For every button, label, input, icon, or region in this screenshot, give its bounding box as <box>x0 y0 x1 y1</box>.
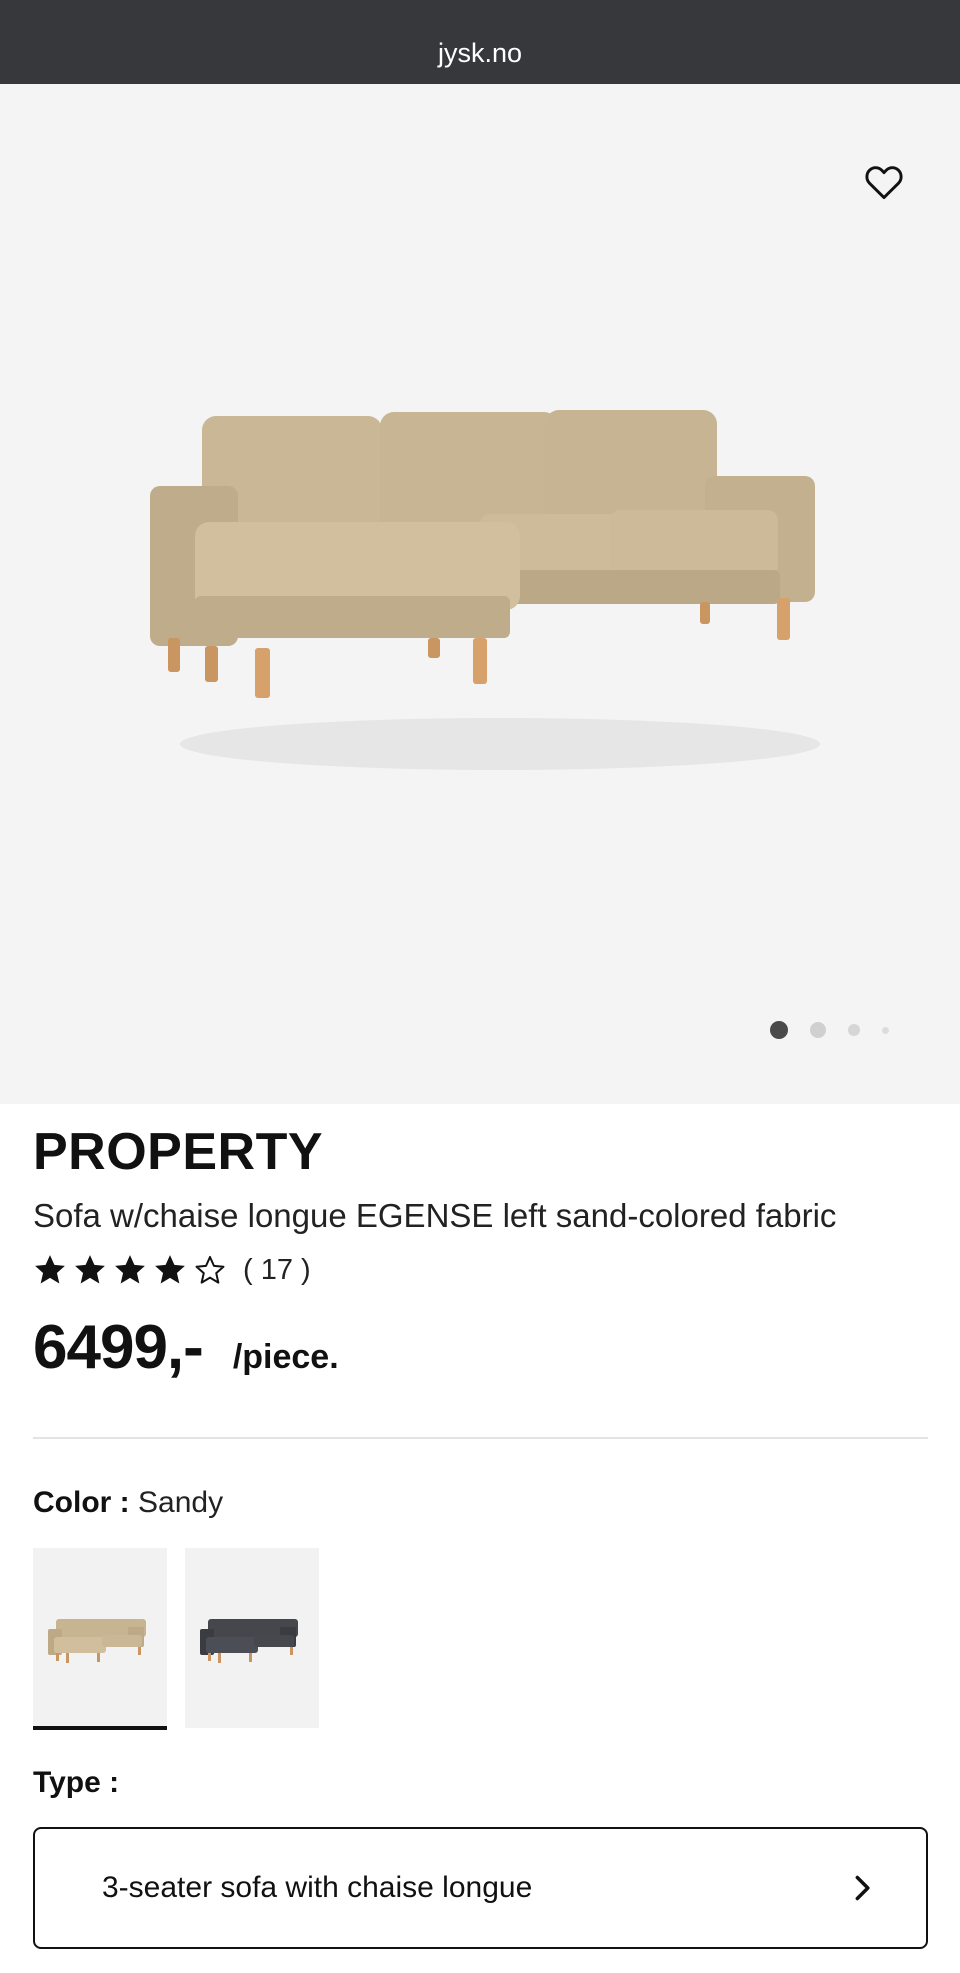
gallery-dot-3[interactable] <box>848 1024 860 1036</box>
wishlist-button[interactable] <box>862 162 906 202</box>
color-swatch-sandy[interactable] <box>33 1548 167 1730</box>
color-swatch-dark-grey[interactable] <box>185 1548 319 1728</box>
star-filled-icon <box>75 1255 105 1284</box>
color-label: Color : <box>33 1486 130 1519</box>
price-unit: /piece. <box>232 1338 339 1376</box>
star-filled-icon <box>115 1255 145 1284</box>
price-row: 6499,- /piece. <box>33 1312 339 1383</box>
browser-address-bar[interactable]: jysk.no <box>0 0 960 84</box>
gallery-dot-1[interactable] <box>770 1021 788 1039</box>
star-filled-icon <box>35 1255 65 1284</box>
type-selector[interactable]: 3-seater sofa with chaise longue <box>33 1827 928 1949</box>
heart-outline-icon <box>865 166 903 200</box>
gallery-dot-2[interactable] <box>810 1022 826 1038</box>
chevron-right-icon <box>855 1875 870 1901</box>
star-filled-icon <box>155 1255 185 1284</box>
star-outline-icon <box>195 1255 225 1284</box>
swatch-thumbnail <box>200 1619 298 1663</box>
rating-count: ( 17 ) <box>243 1253 311 1286</box>
color-value: Sandy <box>138 1486 224 1519</box>
gallery-pagination <box>770 1021 911 1039</box>
product-title: Sofa w/chaise longue EGENSE left sand-co… <box>33 1197 837 1234</box>
color-selector-label: Color : Sandy <box>33 1486 223 1520</box>
product-image <box>150 410 820 770</box>
type-label: Type : <box>33 1766 120 1799</box>
product-brand: PROPERTY <box>33 1123 324 1181</box>
product-image-gallery[interactable] <box>0 84 960 1104</box>
gallery-dot-4[interactable] <box>882 1026 889 1034</box>
url-text: jysk.no <box>437 37 523 68</box>
type-value: 3-seater sofa with chaise longue <box>102 1871 533 1904</box>
product-price: 6499,- <box>33 1313 204 1382</box>
swatch-thumbnail <box>48 1619 146 1663</box>
product-rating[interactable]: ( 17 ) <box>33 1253 311 1287</box>
color-swatches <box>33 1548 337 1730</box>
divider <box>33 1437 928 1439</box>
